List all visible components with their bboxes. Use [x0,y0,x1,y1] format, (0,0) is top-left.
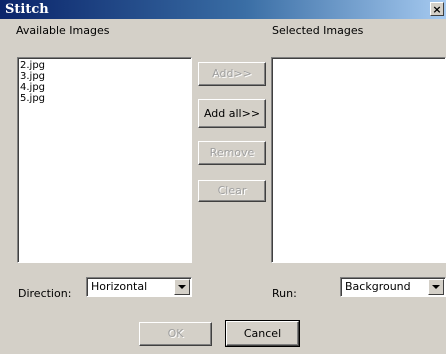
ok-button[interactable]: OK [139,322,212,346]
close-button[interactable]: × [430,2,444,16]
list-item[interactable]: 2.jpg [20,60,189,71]
list-item[interactable]: 4.jpg [20,82,189,93]
clear-button[interactable]: Clear [198,180,266,202]
remove-button[interactable]: Remove [198,141,266,165]
direction-value: Horizontal [91,280,148,293]
selected-images-list[interactable] [271,57,446,263]
chevron-down-icon[interactable] [174,279,190,295]
run-dropdown[interactable]: Background [340,277,446,297]
add-all-button[interactable]: Add all>> [198,99,266,128]
chevron-down-icon[interactable] [428,279,444,295]
direction-dropdown[interactable]: Horizontal [86,277,192,297]
list-item[interactable]: 5.jpg [20,93,189,104]
list-item[interactable]: 3.jpg [20,71,189,82]
run-label: Run: [272,287,297,300]
selected-images-label: Selected Images [272,24,364,37]
cancel-button[interactable]: Cancel [225,320,300,347]
available-images-label: Available Images [16,24,110,37]
add-button[interactable]: Add>> [198,62,266,86]
direction-label: Direction: [18,287,72,300]
window-title: Stitch [5,2,49,17]
available-images-list[interactable]: 2.jpg 3.jpg 4.jpg 5.jpg [17,57,192,263]
run-value: Background [345,280,411,293]
title-bar[interactable]: Stitch × [0,0,446,19]
